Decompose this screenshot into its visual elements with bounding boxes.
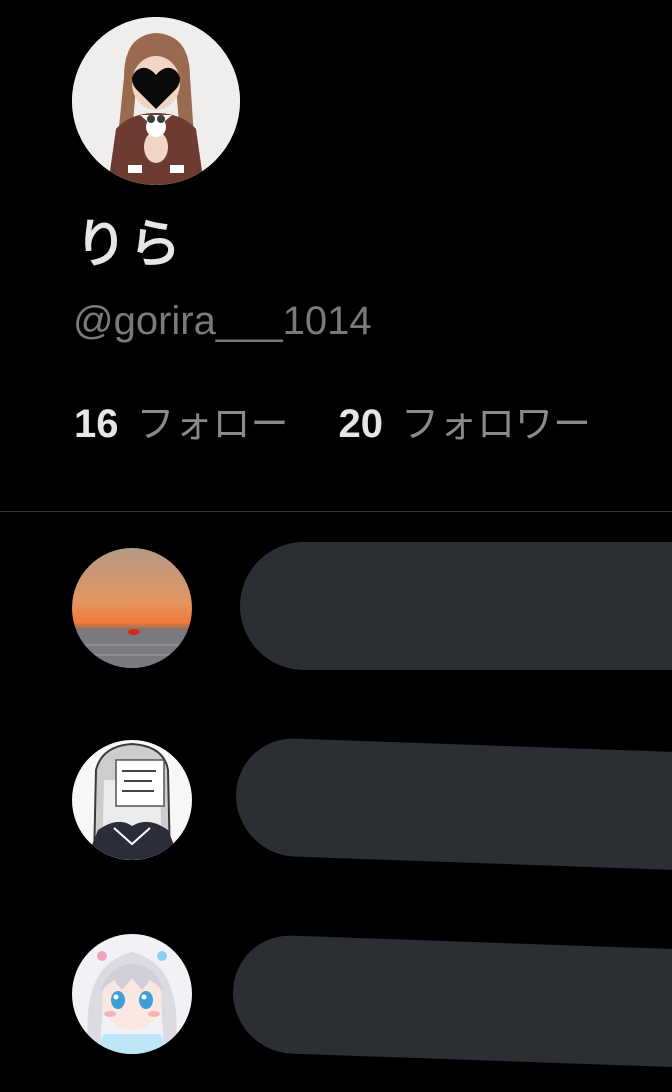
list-item[interactable] [0,930,672,1070]
profile-avatar[interactable] [72,17,240,185]
followers-label: フォロワー [401,402,592,446]
following-stat[interactable]: 16 フォロー [74,396,289,452]
display-name: りら [75,215,184,275]
profile-page: りら @gorira___1014 16 フォロー 20 フォロワー [0,0,672,1092]
following-label: フォロー [136,402,289,446]
anime-sketch-icon [72,740,192,860]
user-handle: @gorira___1014 [73,299,372,343]
followers-count: 20 [338,402,384,446]
follow-stats: 16 フォロー 20 フォロワー [74,396,591,452]
list-item[interactable] [0,735,672,875]
list-avatar[interactable] [72,740,192,860]
list-avatar[interactable] [72,548,192,668]
following-count: 16 [74,402,119,446]
list-avatar[interactable] [72,934,192,1054]
section-divider [0,511,672,512]
followers-stat[interactable]: 20 フォロワー [339,396,592,452]
anime-girl-icon [72,934,192,1054]
list-item[interactable] [0,540,672,680]
profile-photo-icon [72,17,240,185]
sunset-photo-icon [72,548,192,668]
placeholder-bar [233,933,672,1069]
placeholder-bar [236,736,672,872]
placeholder-bar [240,542,672,670]
